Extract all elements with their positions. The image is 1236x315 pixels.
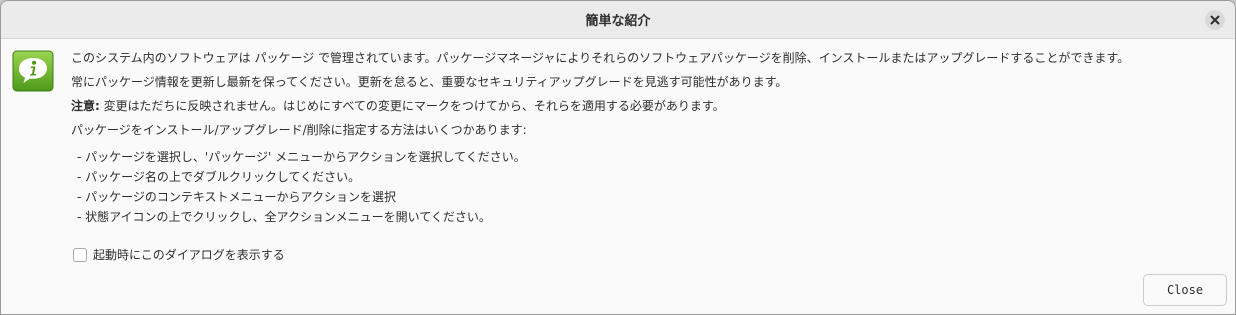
intro-line-2: 常にパッケージ情報を更新し最新を保ってください。更新を怠ると、重要なセキュリティ… — [71, 75, 788, 89]
list-item: - パッケージを選択し、'パッケージ' メニューからアクションを選択してください… — [77, 150, 526, 164]
message-area: このシステム内のソフトウェアは パッケージ で管理されています。パッケージマネー… — [71, 49, 1227, 227]
intro-line-1: このシステム内のソフトウェアは パッケージ で管理されています。パッケージマネー… — [71, 51, 1130, 65]
note-text: 変更はただちに反映されません。はじめにすべての変更にマークをつけてから、それらを… — [103, 99, 725, 113]
list-item: - パッケージ名の上でダブルクリックしてください。 — [77, 170, 361, 184]
dialog-title: 簡単な紹介 — [585, 14, 651, 29]
close-icon — [1210, 15, 1220, 25]
dialog-content: このシステム内のソフトウェアは パッケージ で管理されています。パッケージマネー… — [1, 39, 1235, 314]
methods-heading: パッケージをインストール/アップグレード/削除に指定する方法はいくつかあります: — [71, 123, 527, 137]
info-bubble-icon — [12, 50, 54, 92]
list-item: - パッケージのコンテキストメニューからアクションを選択 — [77, 190, 396, 204]
note-label: 注意: — [71, 99, 100, 113]
startup-checkbox[interactable] — [73, 247, 87, 262]
list-item: - 状態アイコンの上でクリックし、全アクションメニューを開いてください。 — [77, 210, 491, 224]
methods-list: - パッケージを選択し、'パッケージ' メニューからアクションを選択してください… — [71, 147, 1227, 227]
note-paragraph: 注意: 変更はただちに反映されません。はじめにすべての変更にマークをつけてから、… — [71, 97, 1227, 115]
startup-checkbox-label: 起動時にこのダイアログを表示する — [93, 248, 285, 262]
titlebar-close-button[interactable] — [1205, 10, 1225, 30]
dialog-window: 簡単な紹介 このシステム内のソフトウェアは パッケージ で管理されています。パッ… — [0, 0, 1236, 315]
titlebar: 簡単な紹介 — [1, 1, 1235, 39]
startup-checkbox-row[interactable]: 起動時にこのダイアログを表示する — [73, 246, 285, 263]
close-button[interactable]: Close — [1143, 274, 1227, 306]
